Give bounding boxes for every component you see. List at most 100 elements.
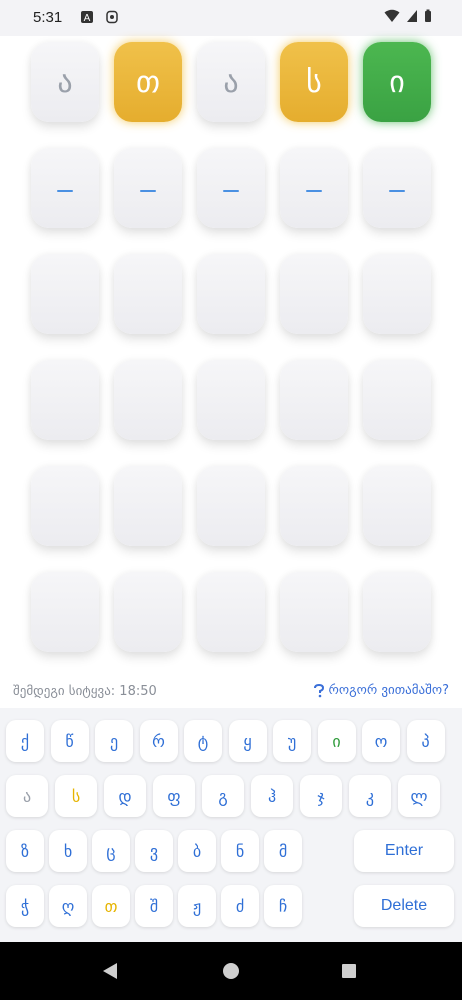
board-cell-r4-c3: [197, 360, 265, 440]
key-label: ტ: [197, 731, 209, 751]
key-2-7[interactable]: ჯ: [300, 775, 342, 817]
board-cell-r4-c5: [363, 360, 431, 440]
how-to-play-link[interactable]: როგორ ვითამაშო?: [313, 683, 449, 698]
key-1-5[interactable]: ტ: [184, 720, 222, 762]
next-word-timer: შემდეგი სიტყვა: 18:50: [13, 684, 157, 699]
cell-letter: ა: [223, 64, 239, 100]
key-label: Delete: [380, 897, 428, 914]
key-label: მ: [278, 841, 288, 861]
key-1-4[interactable]: რ: [139, 720, 178, 762]
key-3-2[interactable]: ხ: [49, 830, 87, 872]
key-3-3[interactable]: ც: [92, 830, 130, 872]
cell-placeholder-dash: [140, 190, 156, 192]
key-label: ხ: [63, 841, 73, 861]
key-label: ნ: [235, 841, 245, 861]
key-1-7[interactable]: უ: [273, 720, 311, 762]
board-cell-r2-c5: [363, 148, 431, 228]
svg-text:A: A: [84, 13, 91, 24]
key-label: ე: [109, 731, 119, 751]
board-cell-r5-c5: [363, 466, 431, 546]
key-3-1[interactable]: ზ: [6, 830, 44, 872]
how-to-play-label: როგორ ვითამაშო?: [328, 683, 449, 698]
cell-placeholder-dash: [306, 190, 322, 192]
key-2-4[interactable]: ფ: [153, 775, 195, 817]
board-cell-r4-c4: [280, 360, 348, 440]
board-cell-r1-c5: ი: [363, 42, 431, 122]
key-label: კ: [365, 786, 375, 806]
key-1-2[interactable]: წ: [50, 720, 89, 762]
board-cell-r5-c1: [31, 466, 99, 546]
board-cell-r1-c1: ა: [31, 42, 99, 122]
board-cell-r3-c5: [363, 254, 431, 334]
key-label: ფ: [167, 786, 181, 806]
board-cell-r5-c3: [197, 466, 265, 546]
back-icon[interactable]: [101, 962, 119, 980]
key-label: ო: [374, 731, 388, 751]
notification-a-icon: A: [81, 11, 93, 24]
key-2-6[interactable]: ჰ: [251, 775, 293, 817]
board-cell-r1-c2: თ: [114, 42, 182, 122]
status-time: 5:31: [33, 9, 63, 26]
key-label: ჭ: [20, 896, 30, 916]
cell-letter: ა: [57, 64, 73, 100]
game-board: ათასი: [24, 36, 440, 676]
key-4-7[interactable]: ჩ: [264, 885, 302, 927]
key-label: ჰ: [267, 786, 277, 806]
board-cell-r4-c2: [114, 360, 182, 440]
key-3-4[interactable]: ვ: [135, 830, 173, 872]
cell-letter: ს: [306, 64, 322, 100]
cell-placeholder-dash: [389, 190, 405, 192]
key-2-8[interactable]: კ: [349, 775, 391, 817]
key-2-2[interactable]: ს: [55, 775, 97, 817]
key-label: ა: [22, 786, 32, 806]
key-1-6[interactable]: ყ: [228, 720, 267, 762]
board-cell-r3-c2: [114, 254, 182, 334]
on-screen-keyboard: ქ წ ე რ ტ ყ უ ი ო პ ა ს დ ფ გ ჰ ჯ კ ლ ზ ხ ც ვ ბ ნ მ Enter ჭ ღ თ შ ჟ ძ ჩ De…: [0, 708, 462, 942]
key-label: გ: [218, 786, 228, 806]
key-label: ც: [106, 841, 116, 861]
key-4-5[interactable]: ჟ: [178, 885, 216, 927]
key-1-1[interactable]: ქ: [6, 720, 44, 762]
key-1-9[interactable]: ო: [362, 720, 400, 762]
key-1-3[interactable]: ე: [95, 720, 133, 762]
key-label: ზ: [20, 841, 29, 861]
navigation-bar: [0, 942, 462, 1000]
key-1-8[interactable]: ი: [317, 720, 356, 762]
key-label: ბ: [192, 841, 202, 861]
key-label: ვ: [149, 841, 159, 861]
home-icon[interactable]: [222, 962, 240, 980]
key-3-6[interactable]: ნ: [221, 830, 259, 872]
enter-key[interactable]: Enter: [354, 830, 454, 872]
key-1-10[interactable]: პ: [406, 720, 445, 762]
key-label: დ: [118, 786, 132, 806]
key-2-3[interactable]: დ: [104, 775, 146, 817]
delete-key[interactable]: Delete: [354, 885, 454, 927]
key-2-1[interactable]: ა: [6, 775, 48, 817]
key-4-2[interactable]: ღ: [49, 885, 87, 927]
recents-icon[interactable]: [341, 963, 357, 979]
cell-placeholder-dash: [223, 190, 239, 192]
battery-icon: [425, 9, 431, 22]
board-cell-r2-c2: [114, 148, 182, 228]
key-2-5[interactable]: გ: [202, 775, 244, 817]
notification-shield-icon: [106, 10, 118, 24]
key-4-3[interactable]: თ: [92, 885, 130, 927]
key-label: ს: [71, 786, 81, 806]
wifi-icon: [384, 9, 400, 22]
key-4-4[interactable]: შ: [135, 885, 173, 927]
key-4-6[interactable]: ძ: [221, 885, 259, 927]
status-bar: 5:31 A: [0, 0, 462, 36]
key-2-9[interactable]: ლ: [398, 775, 440, 817]
key-4-1[interactable]: ჭ: [6, 885, 44, 927]
key-label: წ: [65, 731, 74, 751]
key-label: ძ: [235, 896, 245, 916]
key-3-5[interactable]: ბ: [178, 830, 216, 872]
cell-letter: თ: [135, 64, 161, 100]
key-3-7[interactable]: მ: [264, 830, 302, 872]
key-label: ღ: [61, 896, 75, 916]
board-cell-r2-c3: [197, 148, 265, 228]
key-label: ყ: [243, 731, 252, 751]
board-cell-r1-c4: ს: [280, 42, 348, 122]
key-label: Enter: [384, 842, 424, 859]
board-cell-r5-c4: [280, 466, 348, 546]
